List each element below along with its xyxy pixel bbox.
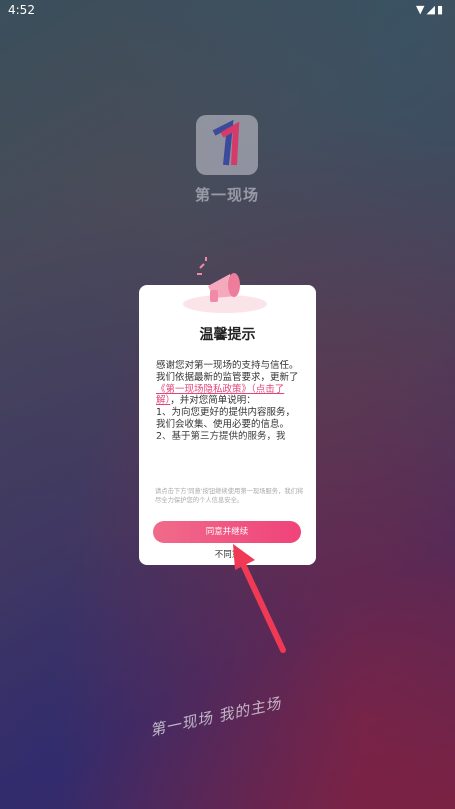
status-bar: 4:52 ▼◢▮ [0, 0, 455, 22]
logo-glyph-icon [212, 119, 240, 166]
dialog-line: 1、为向您更好的提供内容服务，我们会收集、使用必要的信息。 [156, 407, 296, 430]
slogan-text: 第一现场 我的主场 [148, 694, 284, 740]
dialog-text: 我们依据最新的监管要求，更新了 [156, 371, 299, 383]
pointer-arrow-icon [233, 544, 286, 653]
body-fade [139, 435, 316, 459]
dialog-note: 请点击下方'同意'按钮继续使用第一现场服务，我们将尽全力保护您的个人信息安全。 [155, 488, 304, 504]
megaphone-icon [183, 257, 267, 313]
dialog-title: 温馨提示 [199, 327, 256, 343]
privacy-dialog: 温馨提示 感谢您对第一现场的支持与信任。 我们依据最新的监管要求，更新了《第一现… [139, 285, 316, 565]
logo-text: 第一现场 [194, 186, 259, 204]
status-icons: ▼◢▮ [416, 3, 445, 16]
signal-icon: ◢ [426, 3, 437, 16]
app-logo [196, 115, 258, 175]
slogan: 第一现场 我的主场 [140, 690, 310, 750]
wifi-icon: ▼ [416, 3, 427, 16]
dialog-text: ，并对您简单说明： [170, 395, 256, 407]
status-time: 4:52 [8, 3, 35, 17]
battery-icon: ▮ [436, 3, 445, 16]
dialog-line: 我们依据最新的监管要求，更新了《第一现场隐私政策》（点击了解），并对您简单说明： [156, 372, 300, 407]
dialog-line: 感谢您对第一现场的支持与信任。 [156, 360, 299, 371]
